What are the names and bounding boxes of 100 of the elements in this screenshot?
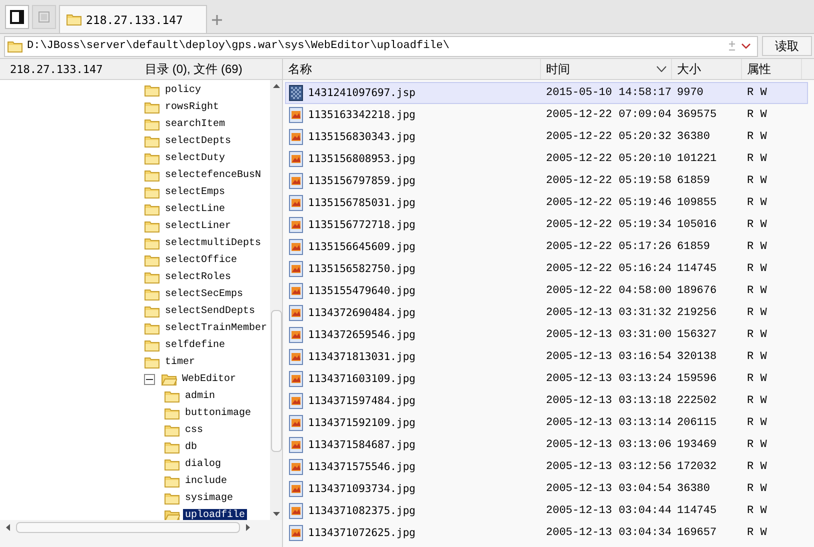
folder-icon: [144, 339, 160, 352]
file-row[interactable]: 1135156772718.jpg 2005-12-22 05:19:34 105016 R W: [285, 214, 808, 236]
folder-item[interactable]: buttonimage: [183, 407, 254, 420]
file-time: 2005-12-22 07:09:04: [546, 109, 672, 121]
file-row[interactable]: 1134371093734.jpg 2005-12-13 03:04:54 36380 R W: [285, 478, 808, 500]
folder-item[interactable]: db: [183, 441, 200, 454]
file-row[interactable]: 1135156645609.jpg 2005-12-22 05:17:26 61859 R W: [285, 236, 808, 258]
folder-item[interactable]: selectmultiDepts: [163, 237, 264, 250]
file-row[interactable]: 1135156808953.jpg 2005-12-22 05:20:10 101221 R W: [285, 148, 808, 170]
file-name: 1134371082375.jpg: [308, 505, 416, 517]
folder-item[interactable]: uploadfile: [183, 509, 248, 520]
folder-item[interactable]: selectOffice: [163, 254, 240, 267]
file-row[interactable]: 1134371603109.jpg 2005-12-13 03:13:24 159596 R W: [285, 368, 808, 390]
folder-item[interactable]: selectSendDepts: [163, 305, 258, 318]
folder-icon: [144, 305, 160, 318]
file-row[interactable]: 1134371813031.jpg 2005-12-13 03:16:54 320138 R W: [285, 346, 808, 368]
folder-item[interactable]: selectLiner: [163, 220, 234, 233]
image-file-icon: [288, 415, 304, 431]
folder-icon: [66, 13, 82, 26]
file-time: 2005-12-22 05:19:58: [546, 175, 672, 187]
file-row[interactable]: 1135163342218.jpg 2005-12-22 07:09:04 369575 R W: [285, 104, 808, 126]
file-name: 1135155479640.jpg: [308, 285, 416, 297]
column-header[interactable]: 大小: [672, 59, 742, 79]
image-file-icon: [288, 393, 304, 409]
folder-item[interactable]: sysimage: [183, 492, 236, 505]
folder-item[interactable]: selectTrainMember: [163, 322, 270, 335]
file-time: 2005-12-22 05:19:34: [546, 219, 672, 231]
scrollbar[interactable]: [270, 80, 282, 520]
image-file-icon: [288, 129, 304, 145]
folder-item[interactable]: rowsRight: [163, 101, 222, 114]
folder-item[interactable]: include: [183, 475, 230, 488]
image-file-icon: [288, 173, 304, 189]
file-row[interactable]: 1135156797859.jpg 2005-12-22 05:19:58 61859 R W: [285, 170, 808, 192]
file-attributes: R W: [747, 461, 768, 473]
image-file-icon: [288, 261, 304, 277]
file-row[interactable]: 1134372659546.jpg 2005-12-13 03:31:00 156327 R W: [285, 324, 808, 346]
file-name: 1135156645609.jpg: [308, 241, 416, 253]
folder-item[interactable]: WebEditor: [180, 373, 238, 386]
folder-item[interactable]: selectefenceBusN: [163, 169, 264, 182]
file-row[interactable]: 1135156582750.jpg 2005-12-22 05:16:24 114745 R W: [285, 258, 808, 280]
scroll-right-icon[interactable]: [246, 524, 250, 530]
column-header[interactable]: 名称: [283, 59, 541, 79]
image-file-icon: [288, 217, 304, 233]
file-name: 1134371603109.jpg: [308, 373, 416, 385]
sidebar-toggle-button[interactable]: [5, 5, 29, 29]
file-row[interactable]: 1135156830343.jpg 2005-12-22 05:20:32 36380 R W: [285, 126, 808, 148]
file-name: 1134371592109.jpg: [308, 417, 416, 429]
folder-item[interactable]: policy: [163, 84, 204, 97]
folder-item[interactable]: selectRoles: [163, 271, 234, 284]
folder-item[interactable]: selectLine: [163, 203, 228, 216]
column-header[interactable]: 时间: [541, 59, 672, 79]
folder-item[interactable]: timer: [163, 356, 198, 369]
path-field[interactable]: D:\JBoss\server\default\deploy\gps.war\sys\WebEditor\uploadfile\: [4, 36, 758, 56]
folder-item[interactable]: admin: [183, 390, 218, 403]
file-size: 105016: [677, 219, 718, 231]
column-header[interactable]: 属性: [742, 59, 802, 79]
host-label: 218.27.133.147: [9, 62, 104, 76]
file-time: 2005-12-13 03:04:34: [546, 527, 672, 539]
scroll-down-icon[interactable]: [272, 512, 280, 516]
file-row[interactable]: 1134372690484.jpg 2005-12-13 03:31:32 219256 R W: [285, 302, 808, 324]
file-name: 1134371575546.jpg: [308, 461, 416, 473]
file-attributes: R W: [747, 109, 768, 121]
folder-item[interactable]: selectDepts: [163, 135, 234, 148]
folder-item[interactable]: selectSecEmps: [163, 288, 246, 301]
folder-item[interactable]: selfdefine: [163, 339, 228, 352]
folder-item[interactable]: css: [183, 424, 206, 437]
folder-item[interactable]: dialog: [183, 458, 224, 471]
file-attributes: R W: [747, 395, 768, 407]
sidebar-icon: [10, 10, 24, 24]
file-time: 2005-12-22 04:58:00: [546, 285, 672, 297]
file-time: 2005-12-13 03:31:00: [546, 329, 672, 341]
folder-item[interactable]: searchItem: [163, 118, 228, 131]
folder-icon: [144, 169, 160, 182]
read-button[interactable]: 读取: [762, 36, 812, 56]
file-row[interactable]: 1134371592109.jpg 2005-12-13 03:13:14 206115 R W: [285, 412, 808, 434]
file-row[interactable]: 1134371082375.jpg 2005-12-13 03:04:44 114745 R W: [285, 500, 808, 522]
file-row[interactable]: 1135156785031.jpg 2005-12-22 05:19:46 109855 R W: [285, 192, 808, 214]
file-size: 109855: [677, 197, 718, 209]
file-row[interactable]: 1134371575546.jpg 2005-12-13 03:12:56 172032 R W: [285, 456, 808, 478]
file-size: 172032: [677, 461, 718, 473]
scroll-left-icon[interactable]: [6, 524, 10, 530]
file-size: 101221: [677, 153, 718, 165]
tab[interactable]: 218.27.133.147: [59, 5, 207, 33]
file-row[interactable]: 1134371072625.jpg 2005-12-13 03:04:34 169657 R W: [285, 522, 808, 544]
file-attributes: R W: [747, 483, 768, 495]
folder-item[interactable]: selectEmps: [163, 186, 228, 199]
file-row[interactable]: 1135155479640.jpg 2005-12-22 04:58:00 189676 R W: [285, 280, 808, 302]
scroll-up-icon[interactable]: [272, 84, 280, 88]
collapse-toggle[interactable]: [144, 374, 155, 385]
file-row[interactable]: 1134371584687.jpg 2005-12-13 03:13:06 193469 R W: [285, 434, 808, 456]
file-row[interactable]: 1431241097697.jsp 2015-05-10 14:58:17 9970 R W: [285, 82, 808, 104]
file-time: 2005-12-13 03:13:24: [546, 373, 672, 385]
file-size: 36380: [677, 483, 712, 495]
folder-item[interactable]: selectDuty: [163, 152, 228, 165]
sort-caret-icon: [656, 66, 667, 72]
folder-icon: [164, 492, 180, 505]
folder-icon: [164, 475, 180, 488]
dropdown-caret-icon[interactable]: [741, 43, 751, 49]
file-row[interactable]: 1134371597484.jpg 2005-12-13 03:13:18 222502 R W: [285, 390, 808, 412]
new-tab-button[interactable]: [212, 15, 222, 25]
